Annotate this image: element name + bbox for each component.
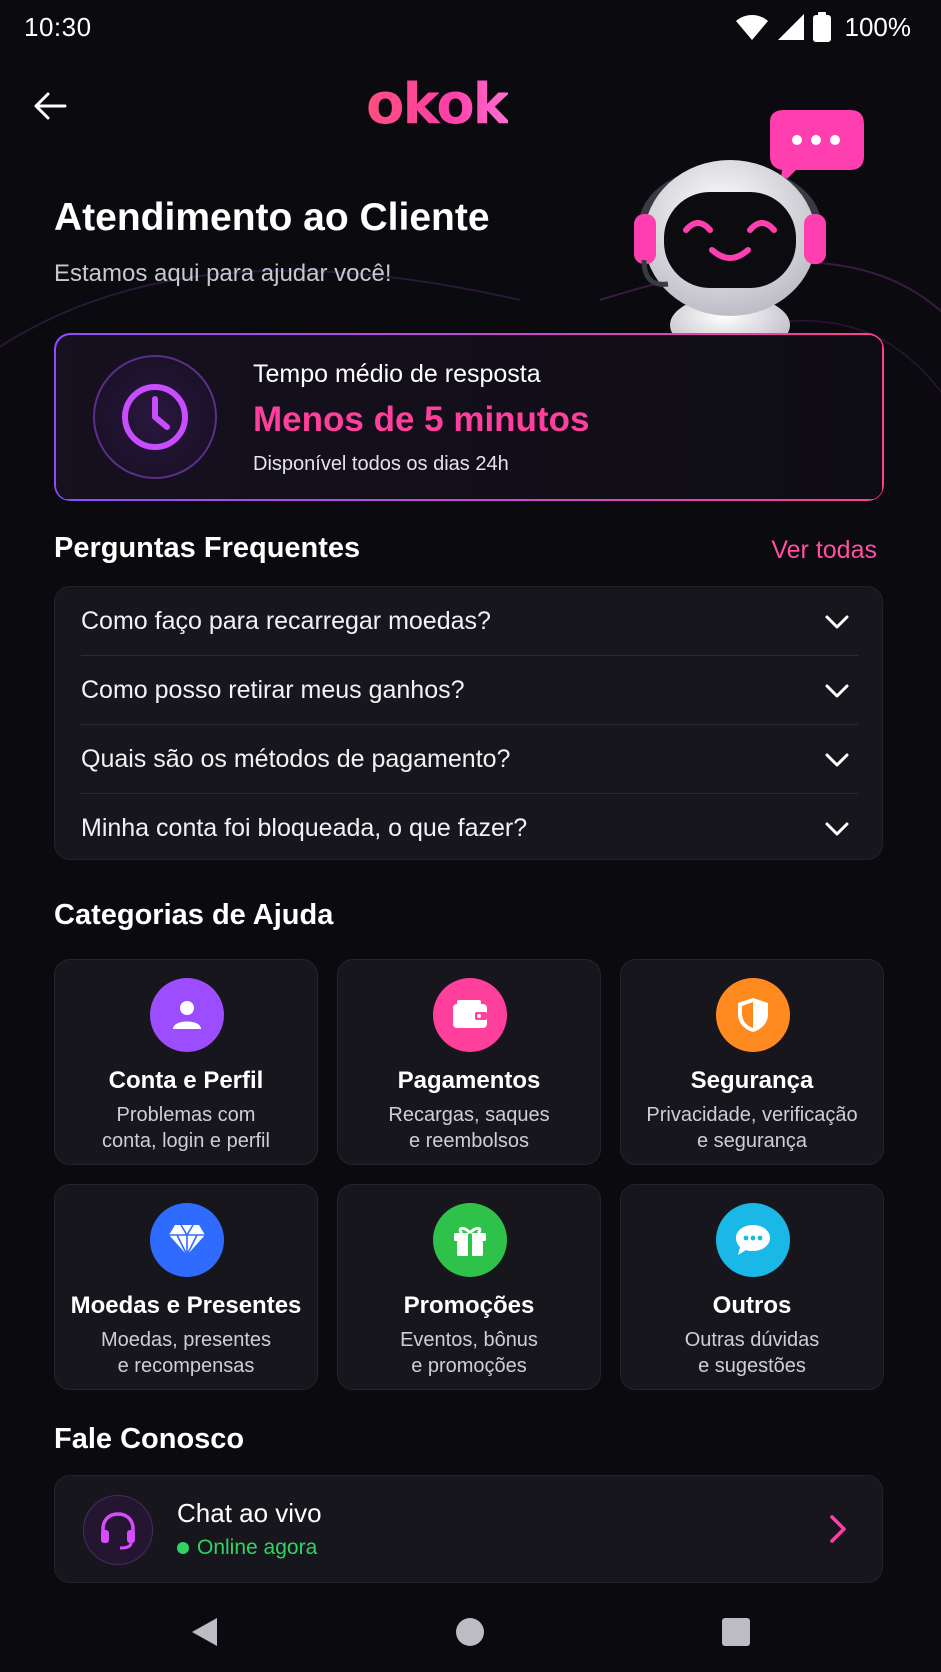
- app-logo: okok: [366, 72, 510, 137]
- faq-section-title: Perguntas Frequentes: [54, 532, 361, 564]
- status-icons: 100%: [735, 10, 912, 44]
- faq-item[interactable]: Minha conta foi bloqueada, o que fazer?: [55, 794, 882, 859]
- category-icon-badge: [716, 978, 790, 1052]
- category-description: Recargas, saques e reembolsos: [388, 1104, 550, 1152]
- back-button[interactable]: [30, 86, 70, 126]
- page-subtitle: Estamos aqui para ajudar você!: [54, 260, 392, 287]
- category-title: Conta e Perfil: [108, 1067, 264, 1094]
- category-description: Moedas, presentes e recompensas: [100, 1329, 272, 1377]
- battery-icon: [812, 12, 831, 42]
- availability-note: Disponível todos os dias 24h: [253, 453, 509, 475]
- headset-icon: [101, 1512, 135, 1550]
- categories-section-title: Categorias de Ajuda: [54, 899, 334, 931]
- nav-back-button[interactable]: [184, 1612, 224, 1652]
- live-chat-title: Chat ao vivo: [177, 1498, 322, 1528]
- square-recents-icon: [722, 1618, 750, 1646]
- chevron-right-icon: [830, 1515, 846, 1543]
- contact-section-title: Fale Conosco: [54, 1423, 245, 1455]
- category-icon-badge: [433, 978, 507, 1052]
- chat-icon-badge: [83, 1495, 153, 1565]
- faq-question: Quais são os métodos de pagamento?: [81, 745, 511, 773]
- chevron-down-icon: [825, 822, 849, 835]
- category-promotions[interactable]: Promoções Eventos, bônus e promoções: [337, 1184, 601, 1390]
- signal-icon: [777, 14, 804, 40]
- chat-bubble-icon: [736, 1225, 770, 1255]
- category-title: Pagamentos: [397, 1067, 541, 1094]
- category-description: Outras dúvidas e sugestões: [684, 1329, 820, 1377]
- category-description: Eventos, bônus e promoções: [400, 1329, 538, 1377]
- gift-icon: [454, 1226, 486, 1256]
- category-title: Outros: [712, 1292, 792, 1319]
- category-icon-badge: [150, 978, 224, 1052]
- category-title: Moedas e Presentes: [70, 1292, 302, 1319]
- category-title: Segurança: [690, 1067, 814, 1094]
- user-icon: [173, 1001, 201, 1029]
- circle-home-icon: [456, 1618, 484, 1646]
- see-all-link[interactable]: Ver todas: [771, 536, 877, 565]
- triangle-back-icon: [192, 1618, 217, 1646]
- nav-home-button[interactable]: [450, 1612, 490, 1652]
- online-status: Online agora: [177, 1536, 317, 1560]
- chevron-down-icon: [825, 615, 849, 628]
- online-status-text: Online agora: [197, 1536, 318, 1559]
- faq-list: Como faço para recarregar moedas? Como p…: [54, 586, 883, 860]
- faq-item[interactable]: Como faço para recarregar moedas?: [55, 587, 882, 656]
- category-account[interactable]: Conta e Perfil Problemas com conta, logi…: [54, 959, 318, 1165]
- category-payments[interactable]: Pagamentos Recargas, saques e reembolsos: [337, 959, 601, 1165]
- faq-item[interactable]: Como posso retirar meus ganhos?: [55, 656, 882, 725]
- faq-question: Como faço para recarregar moedas?: [81, 607, 491, 635]
- category-title: Promoções: [403, 1292, 535, 1319]
- category-icon-badge: [716, 1203, 790, 1277]
- wifi-icon: [735, 15, 768, 40]
- arrow-left-icon: [34, 92, 67, 120]
- faq-item[interactable]: Quais são os métodos de pagamento?: [55, 725, 882, 794]
- response-time-card: Tempo médio de resposta Menos de 5 minut…: [54, 333, 883, 500]
- category-security[interactable]: Segurança Privacidade, verificação e seg…: [620, 959, 884, 1165]
- shield-icon: [738, 998, 768, 1032]
- chevron-down-icon: [825, 753, 849, 766]
- response-time-value: Menos de 5 minutos: [253, 400, 590, 439]
- status-bar: 10:30 100%: [0, 0, 941, 56]
- faq-question: Minha conta foi bloqueada, o que fazer?: [81, 814, 528, 842]
- status-time: 10:30: [24, 12, 92, 42]
- clock-icon: [122, 384, 188, 450]
- response-time-label: Tempo médio de resposta: [253, 360, 541, 388]
- diamond-icon: [169, 1224, 205, 1257]
- category-icon-badge: [150, 1203, 224, 1277]
- system-navigation-bar: [0, 1590, 941, 1672]
- live-chat-button[interactable]: Chat ao vivo Online agora: [54, 1475, 883, 1583]
- category-coins-gifts[interactable]: Moedas e Presentes Moedas, presentes e r…: [54, 1184, 318, 1390]
- battery-percentage: 100%: [844, 11, 912, 42]
- clock-badge: [93, 355, 217, 479]
- wallet-icon: [453, 1000, 487, 1028]
- nav-recents-button[interactable]: [716, 1612, 756, 1652]
- category-others[interactable]: Outros Outras dúvidas e sugestões: [620, 1184, 884, 1390]
- faq-question: Como posso retirar meus ganhos?: [81, 676, 465, 704]
- category-description: Problemas com conta, login e perfil: [102, 1104, 270, 1152]
- category-icon-badge: [433, 1203, 507, 1277]
- robot-mascot-icon: [634, 110, 864, 335]
- category-description: Privacidade, verificação e segurança: [646, 1104, 858, 1152]
- online-indicator: [177, 1542, 189, 1554]
- page-title: Atendimento ao Cliente: [54, 196, 490, 239]
- chevron-down-icon: [825, 684, 849, 697]
